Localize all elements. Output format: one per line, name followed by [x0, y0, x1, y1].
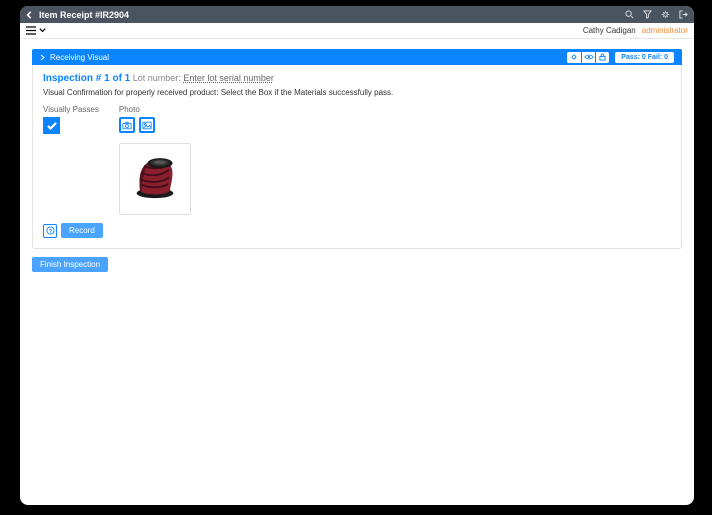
- header-action-group: [567, 52, 609, 63]
- current-user: Cathy Cadigan: [583, 26, 636, 35]
- filter-icon[interactable]: [643, 10, 652, 19]
- visually-passes-checkbox[interactable]: [43, 117, 60, 134]
- finish-inspection-button[interactable]: Finish Inspection: [32, 257, 108, 272]
- take-photo-button[interactable]: [119, 117, 135, 133]
- chevron-down-icon[interactable]: [38, 26, 47, 35]
- exit-icon[interactable]: [679, 10, 688, 19]
- hamburger-icon[interactable]: [26, 26, 36, 35]
- lot-label: Lot number:: [133, 73, 181, 83]
- inspection-description: Visual Confirmation for properly receive…: [43, 88, 671, 97]
- photo-label: Photo: [119, 105, 191, 114]
- inspection-title: Inspection # 1 of 1: [43, 73, 130, 84]
- section-header: Receiving Visual Pass: 0 Fail: 0: [32, 49, 682, 65]
- view-action[interactable]: [581, 52, 595, 63]
- visually-passes-label: Visually Passes: [43, 105, 99, 114]
- photo-thumbnail[interactable]: [119, 143, 191, 215]
- record-button[interactable]: Record: [61, 223, 103, 238]
- inspection-card: Inspection # 1 of 1 Lot number: Enter lo…: [32, 65, 682, 249]
- settings-action[interactable]: [567, 52, 581, 63]
- section-title: Receiving Visual: [50, 53, 109, 62]
- back-arrow-icon[interactable]: [26, 11, 34, 19]
- lot-link[interactable]: Enter lot serial number: [183, 73, 274, 83]
- current-role[interactable]: administrator: [642, 26, 688, 35]
- svg-text:?: ?: [48, 229, 51, 235]
- gear-icon[interactable]: [661, 10, 670, 19]
- lock-action[interactable]: [595, 52, 609, 63]
- titlebar: Item Receipt #IR2904: [20, 6, 694, 23]
- image-icon: [142, 121, 152, 130]
- product-image: [130, 154, 180, 204]
- search-icon[interactable]: [625, 10, 634, 19]
- help-button[interactable]: ?: [43, 224, 57, 238]
- camera-icon: [122, 121, 132, 130]
- caret-right-icon[interactable]: [40, 54, 46, 61]
- page-title: Item Receipt #IR2904: [39, 10, 129, 20]
- subbar: Cathy Cadigan administrator: [20, 23, 694, 39]
- help-icon: ?: [46, 226, 55, 235]
- check-icon: [46, 120, 58, 132]
- pass-fail-badge: Pass: 0 Fail: 0: [615, 52, 674, 63]
- upload-image-button[interactable]: [139, 117, 155, 133]
